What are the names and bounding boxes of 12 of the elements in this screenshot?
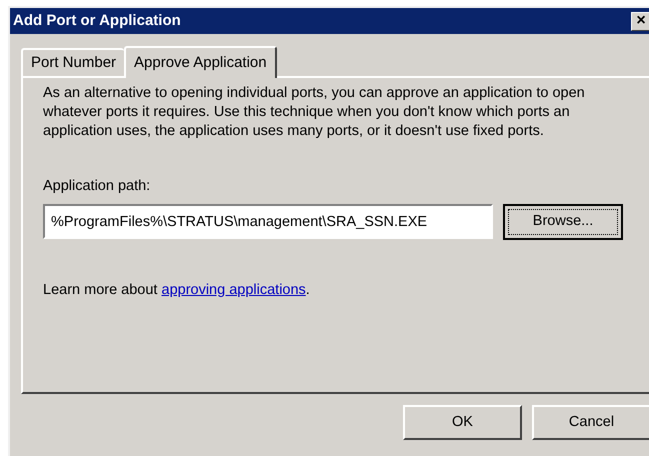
tab[interactable]: Port Number xyxy=(21,48,124,76)
path-field[interactable]: %ProgramFiles%\STRATUS\management\SRA_SSN.EXE xyxy=(43,204,493,240)
browse-button[interactable]: Browse... xyxy=(503,204,623,240)
approving-applications-link[interactable]: approving applications xyxy=(162,282,306,298)
learn-more-text: Learn more about approving applications. xyxy=(43,280,311,300)
close-button[interactable]: × xyxy=(631,12,649,30)
dialog-button[interactable]: OK xyxy=(403,405,522,440)
tab[interactable]: Approve Application xyxy=(124,46,277,78)
description-text: As an alternative to opening individual ports, you can approve an application to open whatever ports it requires. Use this technique when you don't know which ports an application uses, the application uses many ports, or it doesn't use fixed ports. xyxy=(43,84,586,141)
dialog-button[interactable]: Cancel xyxy=(532,405,649,440)
path-label: Application path: xyxy=(43,177,152,196)
window-title: Add Port or Application xyxy=(13,10,181,31)
